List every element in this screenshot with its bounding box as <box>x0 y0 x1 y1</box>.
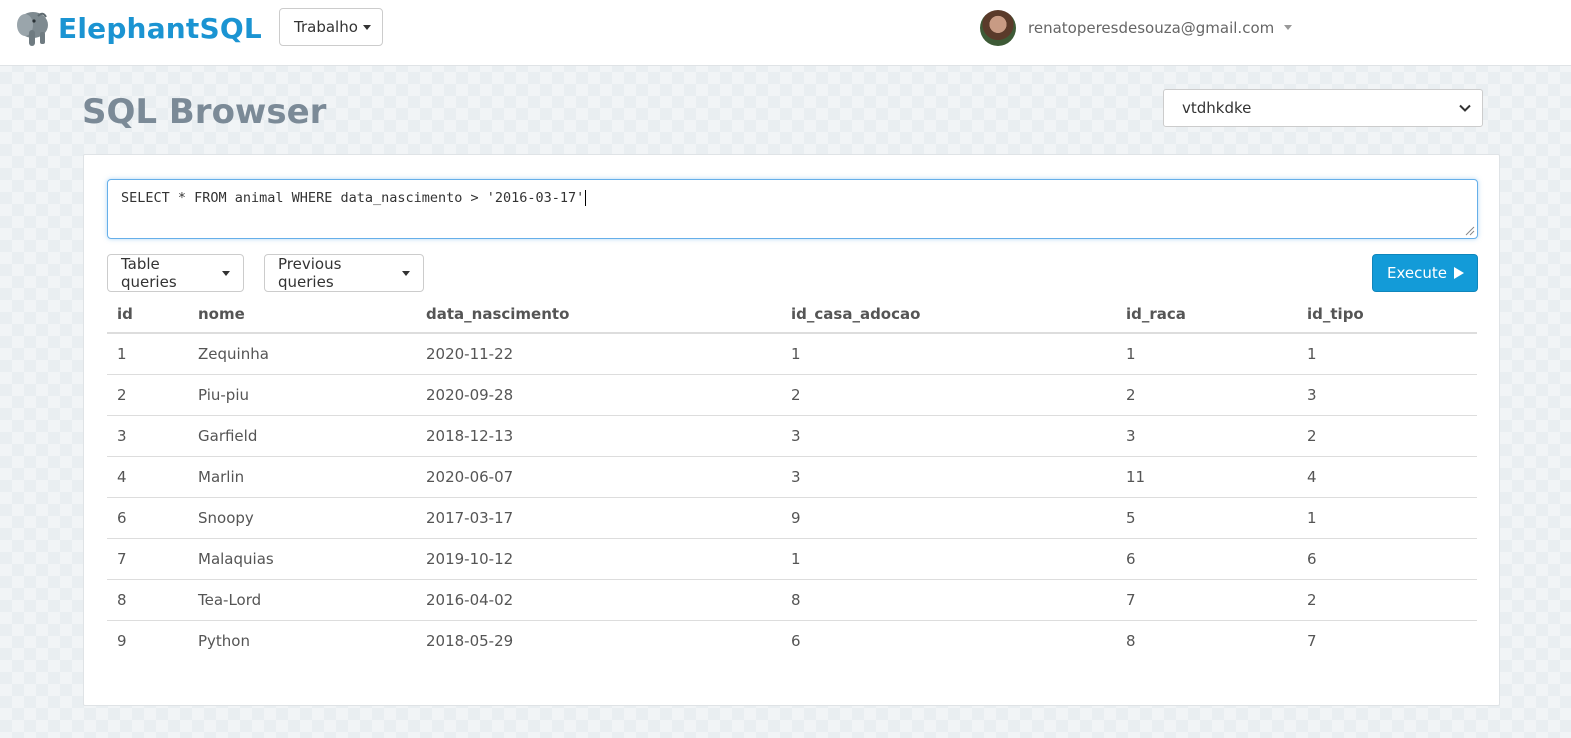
sql-query-input[interactable]: SELECT * FROM animal WHERE data_nascimen… <box>107 179 1478 239</box>
table-cell: 2020-06-07 <box>416 455 781 497</box>
caret-down-icon <box>222 270 230 276</box>
column-header: id_raca <box>1116 295 1297 334</box>
table-row: 3 Garfield 2018-12-13 3 3 2 <box>107 414 1477 456</box>
table-cell: 11 <box>1116 455 1297 497</box>
table-cell: Python <box>188 619 416 661</box>
elephant-logo-icon <box>17 12 48 46</box>
table-cell: Malaquias <box>188 537 416 579</box>
table-cell: Garfield <box>188 414 416 456</box>
table-cell: Snoopy <box>188 496 416 538</box>
table-cell: 2 <box>1116 373 1297 415</box>
table-cell: 1 <box>791 344 801 363</box>
user-email: renatoperesdesouza@gmail.com <box>1028 18 1275 37</box>
sql-query-text: SELECT * FROM animal WHERE data_nascimen… <box>121 190 585 206</box>
caret-down-icon <box>363 25 371 30</box>
table-cell: 7 <box>107 537 188 579</box>
table-cell: 2 <box>1297 414 1477 456</box>
table-cell: 9 <box>781 496 1116 538</box>
table-queries-label: Table queries <box>121 255 177 291</box>
table-cell: 2016-04-02 <box>416 578 781 620</box>
table-cell: 2018-12-13 <box>416 414 781 456</box>
column-header: id_casa_adocao <box>781 295 1116 334</box>
table-cell: 6 <box>1297 537 1477 579</box>
table-cell: 3 <box>781 414 1116 456</box>
table-cell: 3 <box>1116 414 1297 456</box>
page-title: SQL Browser <box>82 92 327 132</box>
results-table: id nome data_nascimento id_casa_adocao i… <box>107 295 1477 661</box>
team-selector-label: Trabalho <box>294 18 358 36</box>
table-cell: 2017-03-17 <box>416 496 781 538</box>
table-cell: 2 <box>1297 578 1477 620</box>
table-cell: 9 <box>107 619 188 661</box>
column-header: nome <box>188 295 416 334</box>
table-cell: 7 <box>1116 578 1297 620</box>
table-row: 2 Piu-piu 2020-09-28 2 2 3 <box>107 373 1477 415</box>
table-row: 9 Python 2018-05-29 6 8 7 <box>107 619 1477 661</box>
resize-handle-icon[interactable] <box>1463 224 1475 236</box>
play-icon <box>1454 267 1464 279</box>
caret-down-icon <box>1284 25 1293 30</box>
chevron-down-icon <box>1459 104 1471 112</box>
table-cell: 5 <box>1116 496 1297 538</box>
table-row: 8 Tea-Lord 2016-04-02 8 7 2 <box>107 578 1477 620</box>
table-row: 6 Snoopy 2017-03-17 9 5 1 <box>107 496 1477 538</box>
column-header: id_tipo <box>1297 295 1477 334</box>
execute-button[interactable]: Execute <box>1372 254 1478 292</box>
text-cursor <box>585 190 587 206</box>
table-cell: 3 <box>781 455 1116 497</box>
column-header: data_nascimento <box>416 295 781 334</box>
table-cell: 1 <box>781 537 1116 579</box>
query-panel: SELECT * FROM animal WHERE data_nascimen… <box>83 154 1500 706</box>
team-selector[interactable]: Trabalho <box>279 8 383 46</box>
table-cell: 3 <box>1297 373 1477 415</box>
previous-queries-label: Previous queries <box>278 255 342 291</box>
column-header: id <box>107 295 188 334</box>
table-cell: 1 <box>1297 496 1477 538</box>
table-cell: Piu-piu <box>188 373 416 415</box>
table-cell: Zequinha <box>198 344 269 363</box>
database-select-value: vtdhkdke <box>1182 99 1252 117</box>
top-navbar: ElephantSQL Trabalho renatoperesdesouza@… <box>0 0 1571 66</box>
caret-down-icon <box>402 270 410 276</box>
previous-queries-button[interactable]: Previous queries <box>264 254 424 292</box>
table-cell: 2019-10-12 <box>416 537 781 579</box>
table-cell: 3 <box>107 414 188 456</box>
table-cell: 6 <box>1116 537 1297 579</box>
brand[interactable]: ElephantSQL <box>12 8 262 48</box>
execute-label: Execute <box>1387 264 1447 282</box>
table-row: 1 Zequinha 2020-11-22 1 1 1 <box>107 333 1477 374</box>
table-cell: 8 <box>1116 619 1297 661</box>
table-cell: 2018-05-29 <box>416 619 781 661</box>
table-cell: 7 <box>1297 619 1477 661</box>
table-cell: 2020-11-22 <box>426 344 514 363</box>
table-header-row: id nome data_nascimento id_casa_adocao i… <box>107 295 1477 334</box>
table-cell: 1 <box>1126 344 1136 363</box>
table-row: 4 Marlin 2020-06-07 3 11 4 <box>107 455 1477 497</box>
table-cell: 1 <box>1307 344 1317 363</box>
table-cell: 6 <box>781 619 1116 661</box>
table-row: 7 Malaquias 2019-10-12 1 6 6 <box>107 537 1477 579</box>
table-cell: 6 <box>107 496 188 538</box>
table-cell: Tea-Lord <box>188 578 416 620</box>
avatar <box>980 9 1016 46</box>
table-cell: 2020-09-28 <box>416 373 781 415</box>
user-menu[interactable]: renatoperesdesouza@gmail.com <box>980 9 1293 46</box>
table-cell: Marlin <box>188 455 416 497</box>
table-cell: 1 <box>117 344 127 363</box>
table-cell: 2 <box>107 373 188 415</box>
table-cell: 4 <box>107 455 188 497</box>
table-queries-button[interactable]: Table queries <box>107 254 244 292</box>
table-cell: 8 <box>781 578 1116 620</box>
table-cell: 4 <box>1297 455 1477 497</box>
brand-name: ElephantSQL <box>58 11 262 45</box>
table-cell: 8 <box>107 578 188 620</box>
table-cell: 2 <box>781 373 1116 415</box>
database-select[interactable]: vtdhkdke <box>1163 89 1483 127</box>
